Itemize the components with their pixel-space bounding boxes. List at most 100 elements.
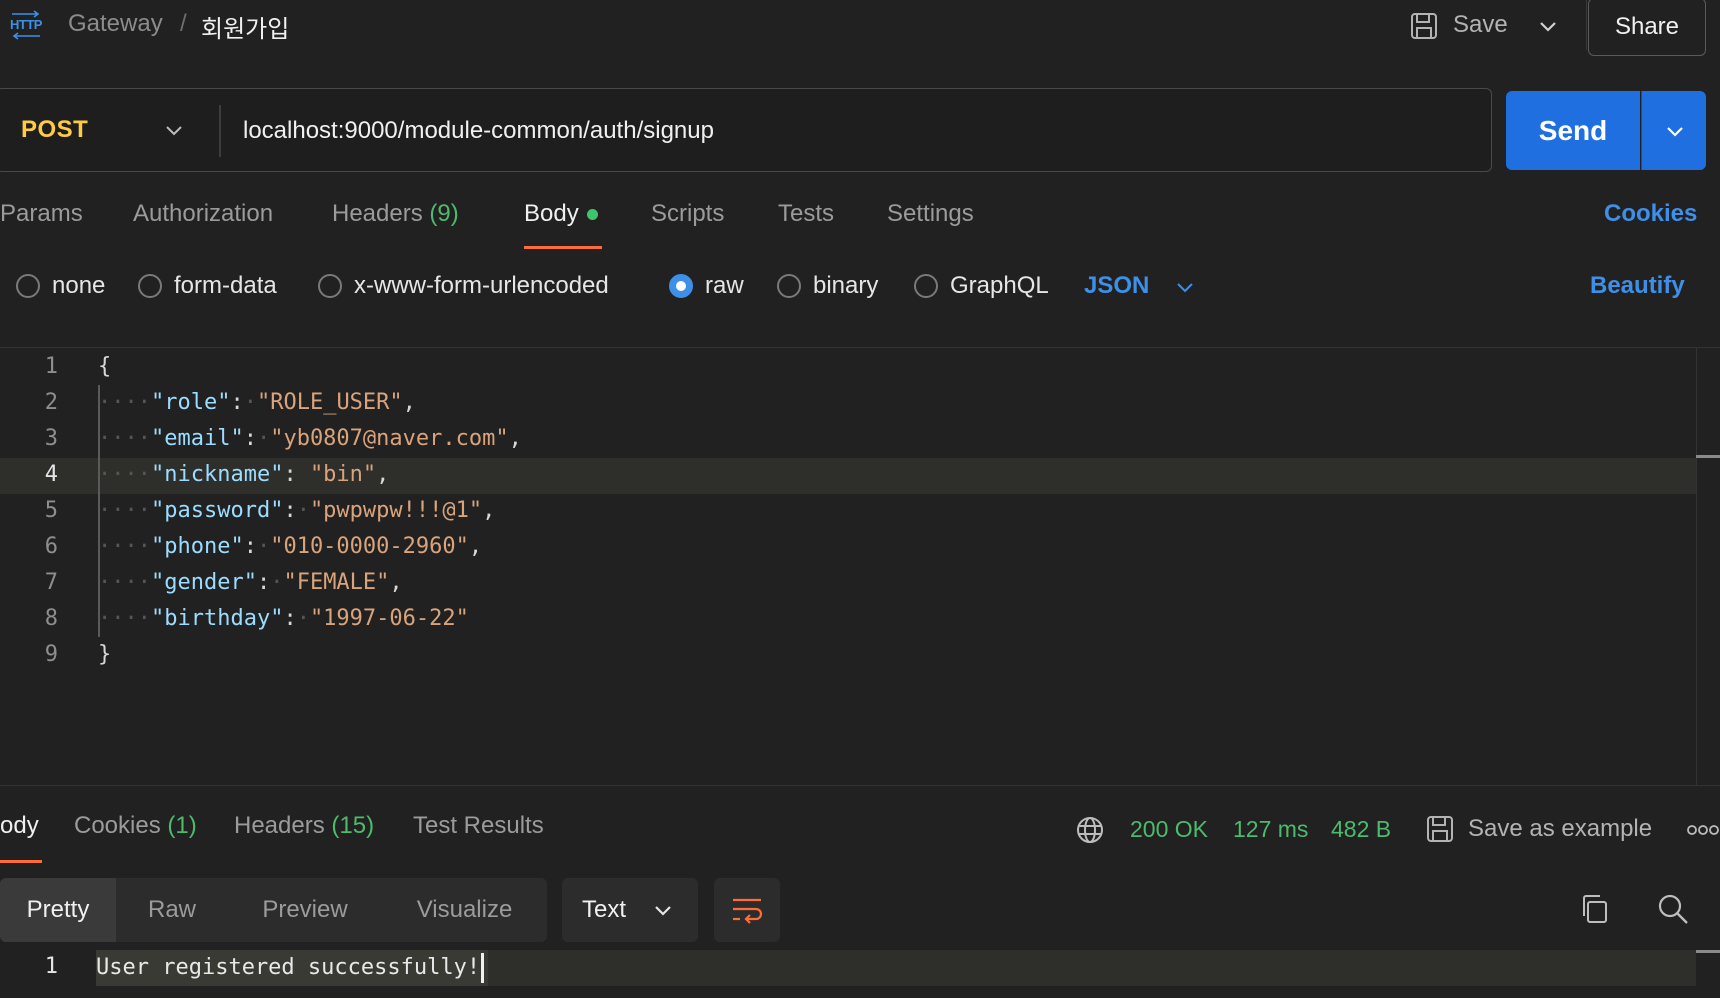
code-line: 8 ····"birthday":·"1997-06-22"	[0, 602, 1696, 638]
status-code[interactable]: 200 OK	[1130, 816, 1208, 843]
line-number: 9	[44, 642, 58, 667]
json-value: "1997-06-22"	[309, 606, 469, 631]
response-body-line[interactable]: 1 User registered successfully!	[0, 950, 1696, 986]
json-key: "role"	[150, 390, 231, 415]
response-body-text: User registered successfully!	[96, 950, 489, 986]
radio-urlencoded[interactable]: x-www-form-urlencoded	[318, 272, 609, 300]
body-modified-dot	[586, 209, 598, 221]
request-body-editor[interactable]: 1 { 2 ····"role":·"ROLE_USER", 3 ····"em…	[0, 350, 1696, 680]
radio-circle-selected	[669, 274, 693, 298]
radio-raw-label: raw	[705, 272, 744, 299]
format-chevron-down-icon	[655, 906, 671, 916]
tab-response-cookies[interactable]: Cookies (1)	[74, 812, 197, 840]
response-time[interactable]: 127 ms	[1233, 816, 1308, 843]
tab-test-results[interactable]: Test Results	[413, 812, 544, 840]
json-value: "010-0000-2960"	[270, 534, 469, 559]
radio-urlencoded-label: x-www-form-urlencoded	[354, 272, 609, 299]
view-preview[interactable]: Preview	[228, 878, 382, 942]
response-format-label: Text	[582, 896, 627, 923]
save-example-icon[interactable]	[1424, 813, 1456, 845]
word-wrap-button[interactable]	[714, 878, 780, 942]
tab-response-headers[interactable]: Headers (15)	[234, 812, 374, 840]
code-line: 9 }	[0, 638, 1696, 674]
share-button[interactable]: Share	[1588, 0, 1706, 56]
response-tabs: ody Cookies (1) Headers (15) Test Result…	[0, 812, 1720, 862]
tab-body-label: Body	[524, 200, 579, 227]
response-tab-indicator	[0, 860, 42, 863]
json-value: "pwpwpw!!!@1"	[309, 498, 483, 523]
response-format-select[interactable]: Text	[562, 878, 698, 942]
radio-none-label: none	[52, 272, 106, 299]
radio-circle	[16, 274, 40, 298]
response-scroll-marker	[1696, 950, 1720, 953]
tab-response-body[interactable]: ody	[0, 812, 39, 840]
response-size[interactable]: 482 B	[1331, 816, 1391, 843]
tab-body[interactable]: Body	[524, 200, 598, 228]
request-tabs: Params Authorization Headers (9) Body Sc…	[0, 200, 1720, 252]
method-chevron-down-icon[interactable]	[161, 117, 187, 143]
body-type-options: none form-data x-www-form-urlencoded raw…	[0, 272, 1720, 312]
toolbar-divider	[1586, 0, 1587, 50]
open-brace: {	[98, 354, 112, 379]
tab-response-cookies-label: Cookies	[74, 812, 161, 839]
tab-params[interactable]: Params	[0, 200, 83, 228]
radio-binary[interactable]: binary	[777, 272, 878, 300]
url-input[interactable]	[243, 113, 1463, 149]
json-value: "bin"	[309, 462, 377, 487]
view-visualize[interactable]: Visualize	[382, 878, 547, 942]
tab-scripts[interactable]: Scripts	[651, 200, 724, 228]
editor-scroll-marker	[1696, 455, 1720, 458]
json-value: "ROLE_USER"	[256, 390, 403, 415]
radio-raw[interactable]: raw	[669, 272, 744, 300]
breadcrumb-request-name[interactable]: 회원가입	[201, 9, 289, 44]
more-options-icon[interactable]	[1686, 820, 1720, 840]
view-pretty[interactable]: Pretty	[0, 878, 116, 942]
breadcrumb-collection[interactable]: Gateway	[68, 10, 163, 38]
tab-settings[interactable]: Settings	[887, 200, 974, 228]
save-as-example-button[interactable]: Save as example	[1468, 815, 1652, 843]
view-raw[interactable]: Raw	[116, 878, 228, 942]
json-key: "birthday"	[150, 606, 284, 631]
line-number: 8	[44, 606, 58, 631]
language-chevron-down-icon[interactable]	[1172, 274, 1198, 300]
editor-scrollbar[interactable]	[1696, 347, 1697, 785]
tab-response-headers-label: Headers	[234, 812, 325, 839]
line-number: 7	[44, 570, 58, 595]
tab-headers[interactable]: Headers (9)	[332, 200, 459, 228]
tab-headers-label: Headers	[332, 200, 423, 227]
save-icon[interactable]	[1408, 10, 1440, 42]
editor-top-divider	[0, 347, 1720, 348]
active-tab-indicator	[524, 246, 602, 249]
code-line-active: 4 ····"nickname": "bin",	[0, 458, 1696, 494]
radio-circle	[318, 274, 342, 298]
body-language-select[interactable]: JSON	[1084, 272, 1149, 300]
tab-tests[interactable]: Tests	[778, 200, 834, 228]
line-number: 1	[44, 954, 58, 979]
close-brace: }	[98, 642, 112, 667]
search-icon[interactable]	[1656, 892, 1690, 926]
tab-authorization[interactable]: Authorization	[133, 200, 273, 228]
tab-response-headers-count: (15)	[331, 812, 375, 839]
line-number: 4	[44, 462, 58, 487]
code-line: 7 ····"gender":·"FEMALE",	[0, 566, 1696, 602]
radio-none[interactable]: none	[16, 272, 105, 300]
json-key: "password"	[150, 498, 284, 523]
radio-form-data[interactable]: form-data	[138, 272, 277, 300]
line-number: 1	[44, 354, 58, 379]
tab-headers-count: (9)	[429, 200, 459, 227]
json-key: "nickname"	[150, 462, 284, 487]
url-bar: POST	[0, 88, 1492, 172]
save-options-chevron-icon[interactable]	[1534, 12, 1562, 40]
copy-icon[interactable]	[1578, 892, 1610, 926]
json-key: "gender"	[150, 570, 257, 595]
radio-graphql[interactable]: GraphQL	[914, 272, 1049, 300]
save-button[interactable]: Save	[1453, 11, 1508, 39]
send-button[interactable]: Send	[1506, 91, 1640, 170]
beautify-button[interactable]: Beautify	[1590, 272, 1685, 300]
send-options-button[interactable]	[1641, 91, 1706, 170]
http-method-select[interactable]: POST	[21, 116, 88, 144]
breadcrumb-separator: /	[180, 10, 187, 37]
code-line: 1 {	[0, 350, 1696, 386]
globe-icon[interactable]	[1074, 814, 1106, 846]
cookies-link[interactable]: Cookies	[1604, 200, 1697, 228]
